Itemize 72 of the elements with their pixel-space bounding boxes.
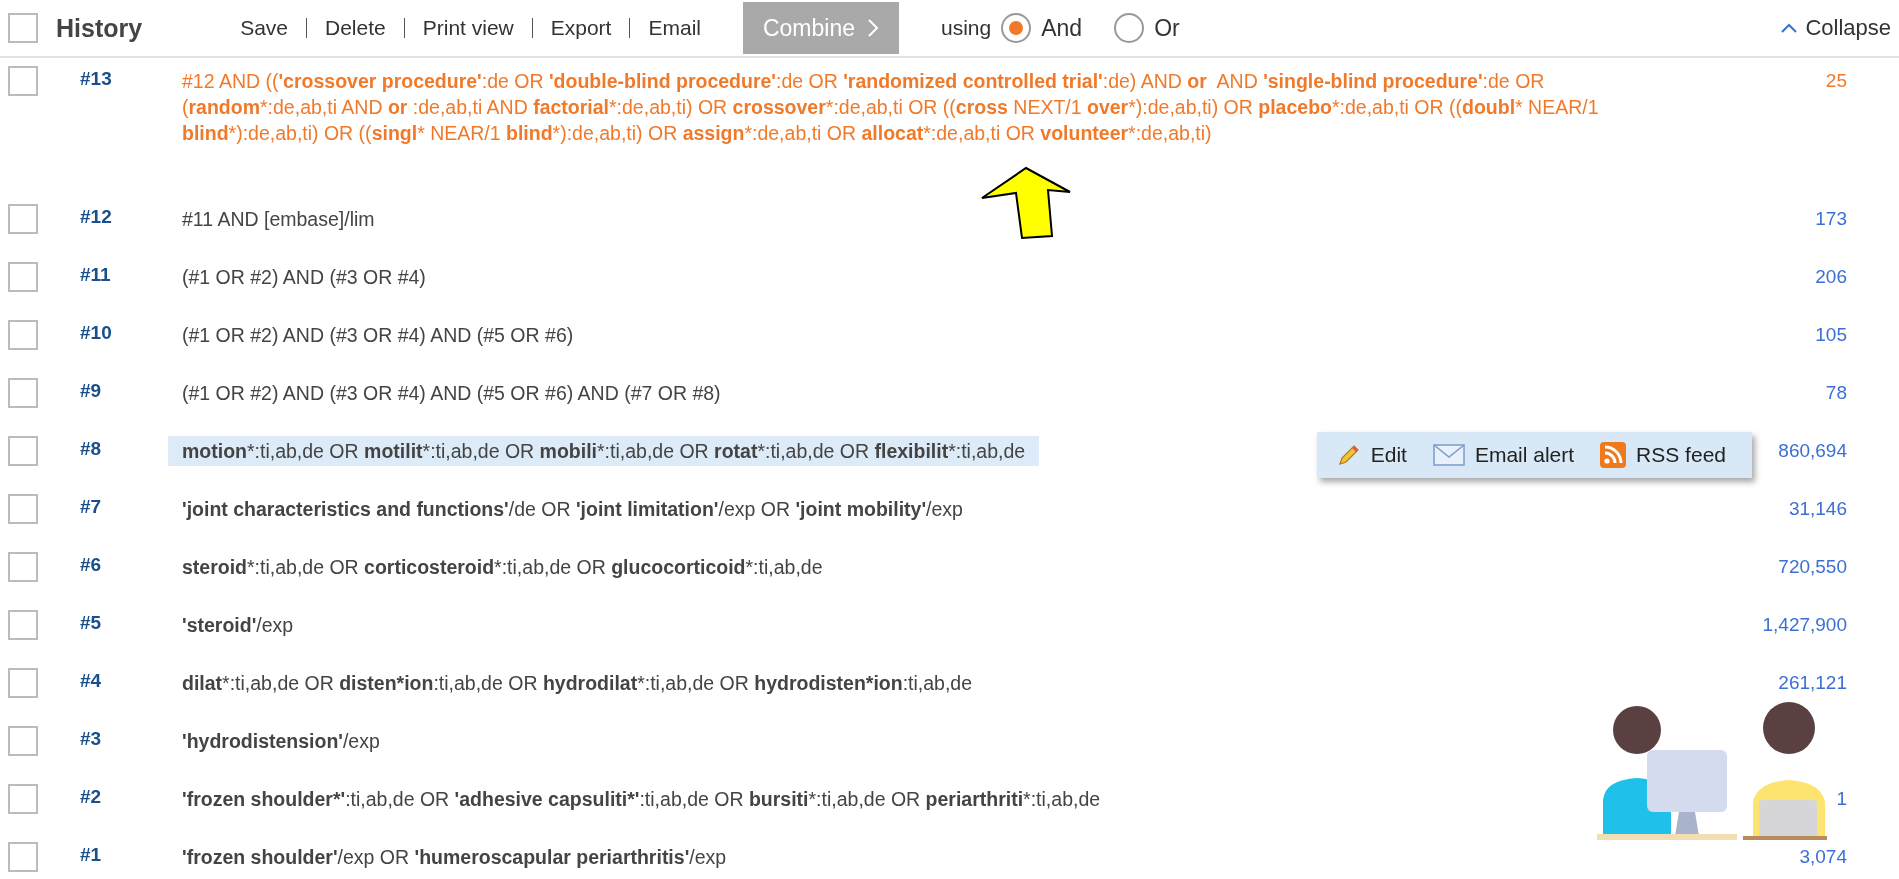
radio-button[interactable] — [1001, 13, 1032, 43]
checkbox[interactable] — [8, 784, 38, 814]
radio-button[interactable] — [1114, 13, 1145, 43]
result-count[interactable]: 261,121 — [1778, 668, 1847, 694]
search-number: #9 — [79, 379, 103, 402]
search-number: #13 — [79, 67, 113, 90]
checkbox[interactable] — [8, 262, 38, 292]
search-query: (#1 OR #2) AND (#3 OR #4) — [181, 265, 427, 290]
search-number: #8 — [79, 437, 103, 460]
search-query: 'frozen shoulder'/exp OR 'humeroscapular periarthritis'/exp — [181, 845, 728, 870]
checkbox[interactable] — [8, 320, 38, 350]
search-number: #2 — [79, 785, 103, 808]
search-number: #10 — [79, 321, 113, 344]
chevron-up-icon — [1781, 23, 1798, 33]
search-number: #11 — [79, 263, 112, 286]
search-query: (#1 OR #2) AND (#3 OR #4) AND (#5 OR #6) AND (#7 OR #8) — [181, 381, 722, 406]
result-count[interactable]: 3,074 — [1799, 842, 1847, 868]
menu-item[interactable]: Email alert — [1432, 443, 1575, 467]
search-query: 'joint characteristics and functions'/de OR 'joint limitation'/exp OR 'joint mobility'/exp — [181, 497, 964, 522]
toolbar-link[interactable]: Save — [222, 18, 306, 38]
search-number: #12 — [79, 205, 113, 228]
search-query: #11 AND [embase]/lim — [181, 207, 376, 232]
toolbar-link[interactable]: Delete — [306, 18, 404, 38]
history-title: History — [56, 13, 143, 43]
checkbox[interactable] — [8, 552, 38, 582]
result-count[interactable]: 105 — [1815, 320, 1847, 346]
search-query: 'steroid'/exp — [181, 613, 295, 638]
checkbox[interactable] — [8, 204, 38, 234]
result-count[interactable]: 25 — [1825, 66, 1847, 92]
result-count[interactable]: 1,427,900 — [1762, 610, 1847, 636]
rss-icon — [1600, 442, 1627, 468]
search-number: #4 — [79, 669, 103, 692]
search-query: dilat*:ti,ab,de OR disten*ion:ti,ab,de OR hydrodilat*:ti,ab,de OR hydrodisten*ion:ti,ab,de — [181, 671, 974, 696]
collapse-link[interactable]: Collapse — [1781, 15, 1891, 41]
checkbox[interactable] — [8, 668, 38, 698]
toolbar-link[interactable]: Export — [531, 18, 630, 38]
search-query: #12 AND (('crossover procedure':de OR 'double-blind procedure':de OR 'randomized controlled trial':de) AND or AND 'single-blind procedure':de OR (random*:de,ab,ti AND or :de,ab,ti AND factorial*:de,ab,ti) OR crossover*:de,ab,ti OR ((cross NEXT/1 over*):de,ab,ti) OR placebo*:de,ab,ti OR ((doubl* NEAR/1 blind*):de,ab,ti) OR ((singl* NEAR/1 blind*):de,ab,ti) OR assign*:de,ab,ti OR allocat*:de,ab,ti OR volunteer*:de,ab,ti) — [181, 69, 1600, 146]
toolbar-link[interactable]: Print view — [403, 18, 532, 38]
search-query: 'frozen shoulder*':ti,ab,de OR 'adhesive capsuliti*':ti,ab,de OR bursiti*:ti,ab,de OR periarthriti*:ti,ab,de — [181, 787, 1102, 812]
checkbox[interactable] — [8, 726, 38, 756]
result-count[interactable]: 173 — [1815, 204, 1847, 230]
search-number: #6 — [79, 553, 103, 576]
menu-item[interactable]: Edit — [1336, 443, 1407, 467]
search-query: motion*:ti,ab,de OR motilit*:ti,ab,de OR mobili*:ti,ab,de OR rotat*:ti,ab,de OR flexibilit*:ti,ab,de — [168, 436, 1040, 466]
pencil-icon — [1336, 443, 1361, 467]
checkbox[interactable] — [8, 610, 38, 640]
menu-item[interactable]: RSS feed — [1600, 442, 1726, 468]
result-count[interactable]: 1 — [1836, 784, 1847, 810]
chevron-right-icon — [867, 18, 879, 38]
search-number: #7 — [79, 495, 103, 518]
search-query: (#1 OR #2) AND (#3 OR #4) AND (#5 OR #6) — [181, 323, 575, 348]
result-count[interactable]: 206 — [1815, 262, 1847, 288]
checkbox[interactable] — [8, 436, 38, 466]
checkbox[interactable] — [8, 66, 38, 96]
search-number: #1 — [79, 843, 103, 866]
search-query: steroid*:ti,ab,de OR corticosteroid*:ti,ab,de OR glucocorticoid*:ti,ab,de — [181, 555, 824, 580]
envelope-icon — [1432, 443, 1465, 467]
radio-label[interactable]: Or — [1154, 14, 1180, 42]
result-count[interactable]: 720,550 — [1778, 552, 1847, 578]
checkbox[interactable] — [8, 13, 38, 43]
search-number: #5 — [79, 611, 103, 634]
checkbox[interactable] — [8, 842, 38, 872]
toolbar-link[interactable]: Email — [629, 18, 719, 38]
checkbox[interactable] — [8, 378, 38, 408]
radio-label[interactable]: And — [1041, 14, 1083, 42]
using-label: using — [941, 16, 992, 40]
search-number: #3 — [79, 727, 103, 750]
result-count[interactable]: 31,146 — [1788, 494, 1847, 520]
search-query: 'hydrodistension'/exp — [181, 729, 381, 754]
result-count[interactable]: 78 — [1825, 378, 1847, 404]
result-count[interactable]: 860,694 — [1778, 436, 1847, 462]
checkbox[interactable] — [8, 494, 38, 524]
